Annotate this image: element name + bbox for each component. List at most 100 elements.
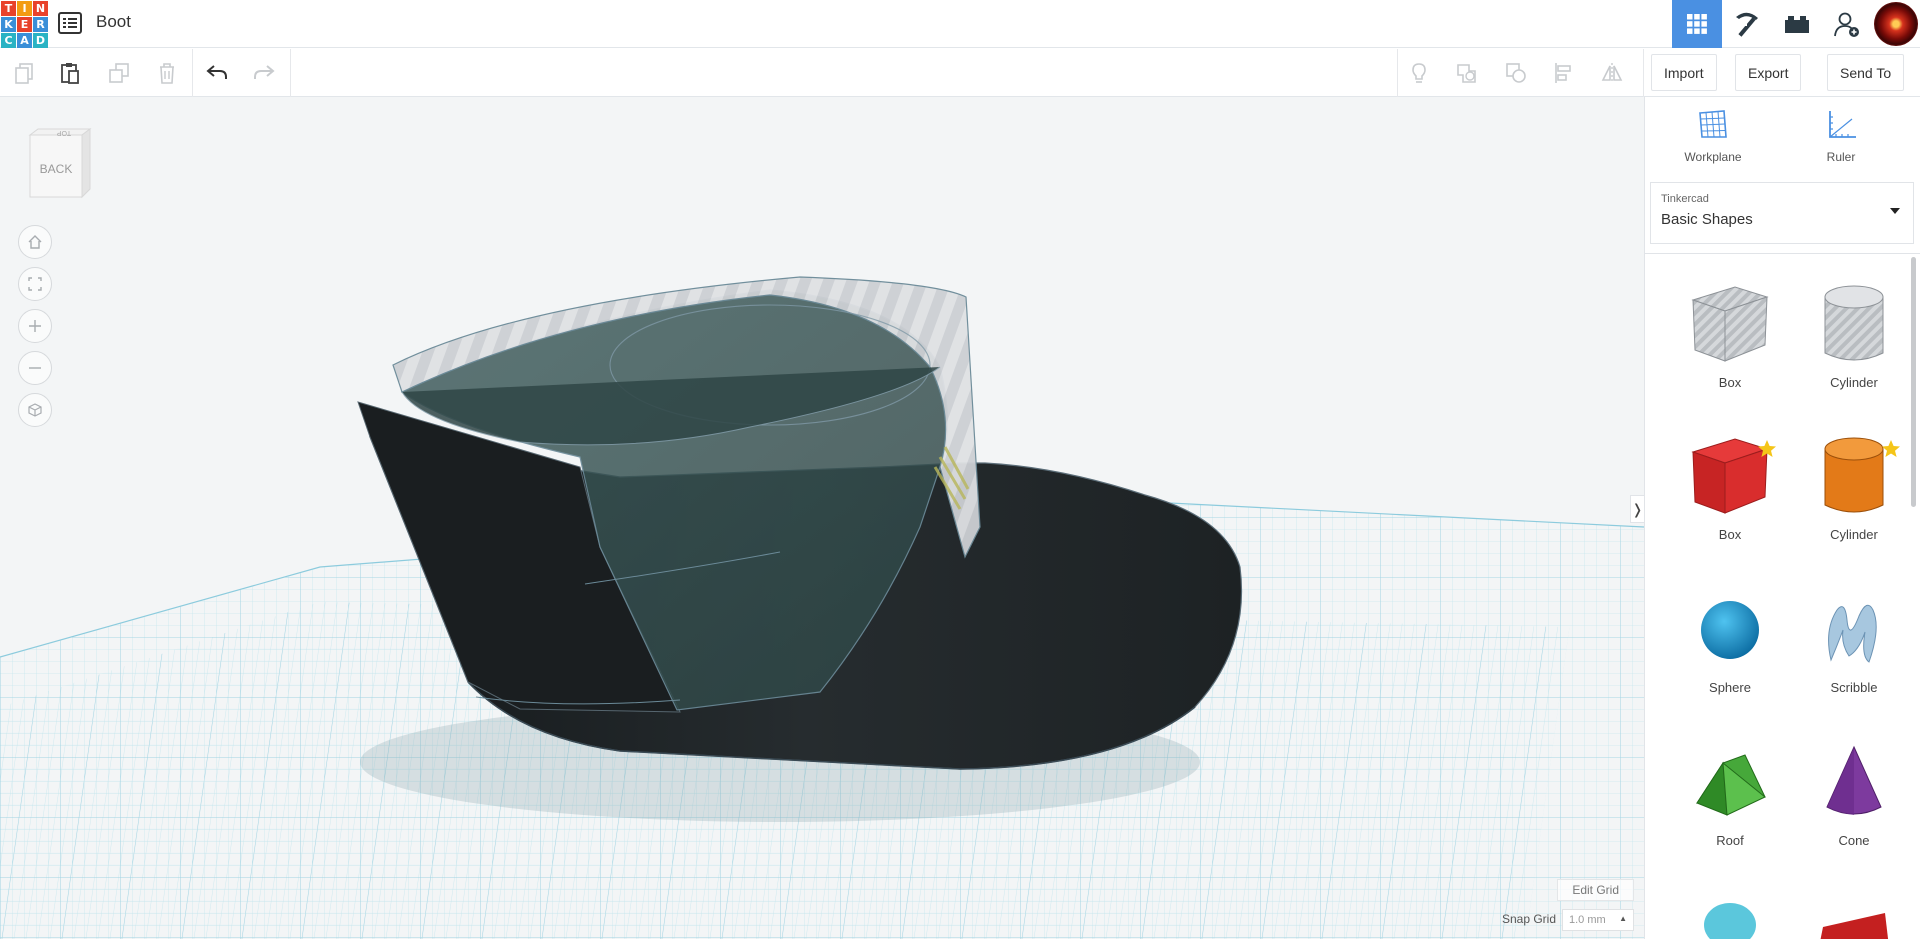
zoom-out-icon [29,367,41,369]
viewcube-top-label: TOP [57,129,72,136]
shape-cone[interactable]: Cone [1799,733,1909,863]
edit-toolbar: Import Export Send To [0,49,1920,97]
redo-button[interactable] [247,56,281,90]
grid-view-button[interactable] [1672,0,1722,48]
shape-partial-torus[interactable] [1675,887,1785,939]
zoom-in-icon [29,320,41,332]
undo-button[interactable] [200,56,234,90]
sphere-icon [1701,601,1759,659]
design-title[interactable]: Boot [96,12,131,32]
invite-user-button[interactable] [1822,0,1872,48]
perspective-button[interactable] [18,393,52,427]
shape-cylinder[interactable]: Cylinder [1799,427,1909,557]
shape-label: Roof [1716,833,1744,848]
collapse-panel-button[interactable]: ❭ [1630,495,1644,523]
ungroup-button[interactable] [1499,56,1533,90]
workplane-tool[interactable]: Workplane [1663,107,1763,164]
logo-letter: E [17,17,32,32]
import-button[interactable]: Import [1651,54,1717,91]
add-user-icon [1834,12,1859,37]
note-icon [1412,63,1426,83]
group-button[interactable] [1450,56,1484,90]
zoom-in-button[interactable] [18,309,52,343]
scribble-icon [1828,604,1877,663]
copy-icon [15,63,33,84]
shape-roof[interactable]: Roof [1675,733,1785,863]
group-icon [1457,64,1476,83]
duplicate-icon [109,63,129,83]
delete-button[interactable] [150,56,184,90]
shape-library-select[interactable]: Tinkercad Basic Shapes [1650,182,1914,244]
logo-letter: N [33,1,48,16]
shape-hole-box[interactable]: Box [1675,275,1785,405]
logo-letter: T [1,1,16,16]
shape-label: Cylinder [1830,375,1878,390]
shape-sphere[interactable]: Sphere [1675,580,1785,710]
design-list-icon[interactable] [58,12,82,34]
ruler-tool[interactable]: Ruler [1791,107,1891,164]
zoom-out-button[interactable] [18,351,52,385]
roof-icon [1696,754,1766,816]
viewcube-face-label: BACK [40,162,73,176]
shape-scribble[interactable]: Scribble [1799,580,1909,710]
ruler-label: Ruler [1826,150,1856,164]
brick-icon [1785,16,1809,33]
library-name: Basic Shapes [1661,211,1753,228]
chevron-right-icon: ❭ [1631,500,1644,517]
chevron-down-icon [1890,208,1900,214]
shape-label: Sphere [1709,680,1751,695]
edit-grid-button[interactable]: Edit Grid [1557,879,1634,901]
favorite-star-icon[interactable] [1757,439,1777,459]
snap-grid-value: 1.0 mm [1569,914,1606,926]
shape-label: Cylinder [1830,527,1878,542]
shape-hole-cylinder[interactable]: Cylinder [1799,275,1909,405]
workplane-scene[interactable] [0,97,1644,939]
header-actions [1672,0,1920,48]
home-view-button[interactable] [18,225,52,259]
cone-icon [1826,745,1882,815]
snap-grid-label: Snap Grid [1501,912,1556,926]
blocks-button[interactable] [1722,0,1772,48]
align-button[interactable] [1547,56,1581,90]
3d-viewport[interactable]: TOP BACK Edit Grid Snap Grid 1.0 mm ▲ ❭ [0,97,1644,939]
hole-cylinder-icon [1824,285,1884,361]
notes-button[interactable] [1402,56,1436,90]
logo-letter: I [17,1,32,16]
export-button[interactable]: Export [1735,54,1802,91]
shape-partial-text[interactable] [1799,907,1909,939]
shape-label: Box [1718,375,1742,390]
logo-letter: C [1,33,16,48]
shape-box[interactable]: Box [1675,427,1785,557]
home-icon [28,235,42,249]
fit-view-button[interactable] [18,267,52,301]
send-to-button[interactable]: Send To [1827,54,1905,91]
paste-button[interactable] [53,56,87,90]
ungroup-icon [1506,63,1526,83]
shapes-panel: Workplane Ruler Tinkercad Basic Shapes B… [1644,97,1920,939]
bricks-button[interactable] [1772,0,1822,48]
perspective-icon [28,403,42,417]
user-avatar[interactable] [1872,0,1920,48]
boot-model[interactable] [357,276,1243,770]
tinkercad-logo[interactable]: T I N K E R C A D [0,0,48,48]
workplane-label: Workplane [1684,150,1742,164]
panel-scrollbar[interactable] [1911,257,1916,507]
mirror-button[interactable] [1595,56,1629,90]
hole-box-icon [1691,286,1769,362]
duplicate-button[interactable] [102,56,136,90]
snap-grid-select[interactable]: 1.0 mm ▲ [1562,909,1634,931]
undo-icon [206,65,227,79]
top-header: T I N K E R C A D Boot [0,0,1920,48]
favorite-star-icon[interactable] [1881,439,1901,459]
copy-button[interactable] [7,56,41,90]
view-cube[interactable]: TOP BACK [26,127,92,199]
pickaxe-icon [1736,12,1758,37]
logo-letter: R [33,17,48,32]
mirror-icon [1601,63,1623,83]
shape-label: Cone [1838,833,1870,848]
workplane-icon [1699,110,1727,138]
redo-icon [254,65,275,79]
align-icon [1555,63,1571,83]
shape-label: Scribble [1830,680,1878,695]
logo-letter: K [1,17,16,32]
